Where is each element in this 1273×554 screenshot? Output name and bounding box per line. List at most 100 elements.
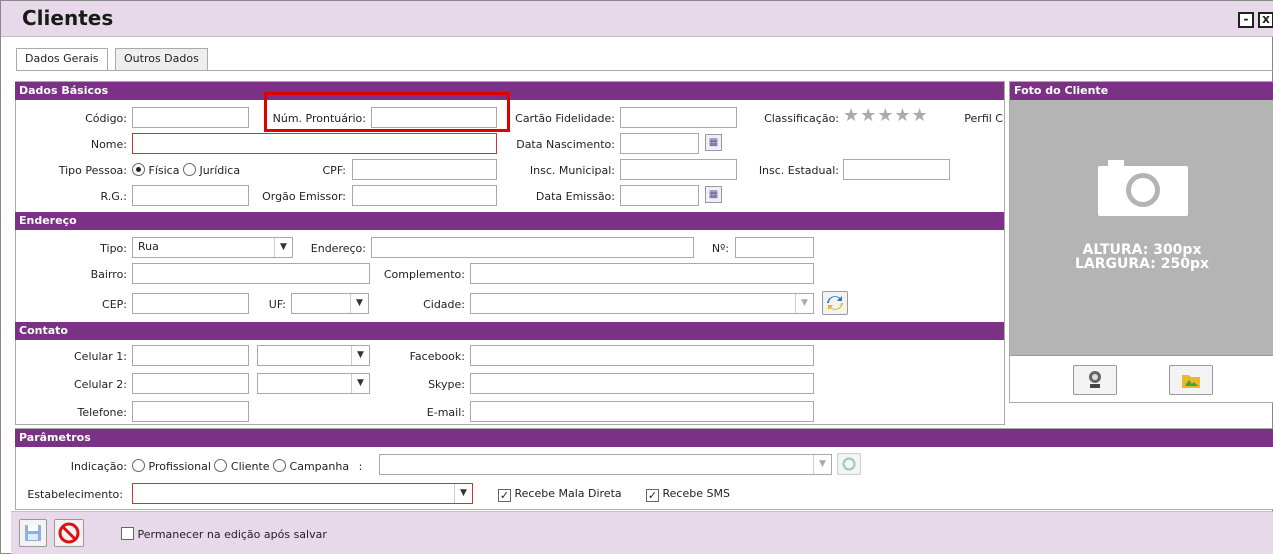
calendar-icon[interactable]: ▦ [705,134,722,151]
cancel-button[interactable] [54,519,84,547]
section-endereco: Endereço [15,212,1004,230]
bairro-label: Bairro: [90,268,127,281]
photo-divider [1010,355,1273,356]
juridica-radio[interactable] [182,163,196,176]
cep-label: CEP: [102,298,127,311]
upload-photo-button[interactable] [1169,365,1213,395]
rating-stars[interactable]: ★★★★★ [843,107,929,125]
sms-label: Recebe SMS [662,487,730,500]
chevron-down-icon[interactable]: ▼ [795,294,813,313]
email-input[interactable] [470,401,814,422]
cpf-input[interactable] [352,159,497,180]
tab-dados-gerais[interactable]: Dados Gerais [16,48,108,71]
bairro-input[interactable] [132,263,370,284]
cliente-radio[interactable] [214,459,228,472]
indicacao-group: Profissional Cliente Campanha : [132,459,362,473]
tipo-select[interactable]: Rua ▼ [132,237,293,258]
numero-input[interactable] [735,237,814,258]
celular2-input[interactable] [132,373,249,394]
section-contato: Contato [15,322,1004,340]
section-parametros: Parâmetros [15,429,1273,447]
permanecer-group: Permanecer na edição após salvar [121,527,327,541]
tab-outros-dados[interactable]: Outros Dados [115,48,208,70]
uf-select[interactable]: ▼ [291,293,369,314]
refresh-icon [842,457,856,471]
classificacao-label: Classificação: [764,112,839,125]
permanecer-checkbox[interactable] [121,527,134,540]
webcam-button[interactable] [1073,365,1117,395]
window-title: Clientes [22,6,114,30]
minimize-icon[interactable]: - [1238,12,1254,28]
profissional-radio[interactable] [132,459,145,472]
chevron-down-icon[interactable]: ▼ [813,455,831,474]
camera-icon [1098,160,1188,216]
celular1-operadora-select[interactable]: ▼ [257,345,370,366]
photo-placeholder[interactable]: ALTURA: 300px LARGURA: 250px [1010,100,1273,355]
insc-municipal-input[interactable] [620,159,737,180]
perfil-label: Perfil C [964,112,1003,125]
tipo-pessoa-label: Tipo Pessoa: [58,164,127,177]
tipo-value: Rua [138,240,159,253]
data-nascimento-label: Data Nascimento: [516,138,615,151]
cidade-label: Cidade: [423,298,465,311]
refresh-cidades-button[interactable] [822,291,848,315]
data-nascimento-input[interactable] [620,133,699,154]
rg-label: R.G.: [100,190,127,203]
data-emissao-label: Data Emissão: [535,190,615,203]
refresh-icon [827,296,843,310]
complemento-input[interactable] [470,263,814,284]
orgao-emissor-input[interactable] [352,185,497,206]
mala-direta-label: Recebe Mala Direta [514,487,622,500]
nome-input[interactable] [132,133,497,154]
calendar-icon[interactable]: ▦ [705,186,722,203]
indicacao-refresh-button[interactable] [837,453,861,475]
estabelecimento-select[interactable]: ▼ [132,483,473,504]
campanha-label: Campanha [289,460,350,473]
chevron-down-icon[interactable]: ▼ [351,374,369,393]
facebook-input[interactable] [470,345,814,366]
telefone-label: Telefone: [77,406,128,419]
rg-input[interactable] [132,185,249,206]
sms-checkbox[interactable]: ✓ [646,489,659,502]
save-button[interactable] [19,519,47,547]
fisica-label: Física [148,164,180,177]
endereco-label: Endereço: [310,242,366,255]
insc-estadual-input[interactable] [843,159,950,180]
tab-divider [16,70,1273,71]
facebook-label: Facebook: [409,350,465,363]
photo-largura: LARGURA: 250px [1074,256,1210,272]
campanha-radio[interactable] [273,459,287,472]
skype-input[interactable] [470,373,814,394]
cpf-label: CPF: [322,164,347,177]
celular2-label: Celular 2: [74,378,127,391]
clientes-window: Clientes - x Dados Gerais Outros Dados D… [0,0,1273,554]
indicacao-select[interactable]: ▼ [379,454,832,475]
fisica-radio[interactable] [132,163,145,176]
celular2-operadora-select[interactable]: ▼ [257,373,370,394]
chevron-down-icon[interactable]: ▼ [351,346,369,365]
codigo-input[interactable] [132,107,249,128]
photo-altura: ALTURA: 300px [1082,242,1202,258]
section-foto-cliente: Foto do Cliente [1010,82,1273,100]
cliente-label: Cliente [230,460,270,473]
title-bar: Clientes - x [1,1,1273,37]
cep-input[interactable] [132,293,249,314]
uf-label: UF: [268,298,286,311]
celular1-input[interactable] [132,345,249,366]
footer-toolbar: Permanecer na edição após salvar [11,511,1273,554]
close-icon[interactable]: x [1258,12,1273,28]
cidade-select[interactable]: ▼ [470,293,814,314]
sms-group: ✓ Recebe SMS [646,487,730,502]
mala-direta-checkbox[interactable]: ✓ [498,489,511,502]
data-emissao-input[interactable] [620,185,699,206]
chevron-down-icon[interactable]: ▼ [454,484,472,503]
endereco-input[interactable] [371,237,694,258]
chevron-down-icon[interactable]: ▼ [274,238,292,257]
celular1-label: Celular 1: [74,350,127,363]
chevron-down-icon[interactable]: ▼ [350,294,368,313]
folder-image-icon [1182,375,1200,388]
telefone-input[interactable] [132,401,249,422]
permanecer-label: Permanecer na edição após salvar [137,528,327,541]
codigo-label: Código: [85,112,127,125]
cartao-fidelidade-input[interactable] [620,107,737,128]
